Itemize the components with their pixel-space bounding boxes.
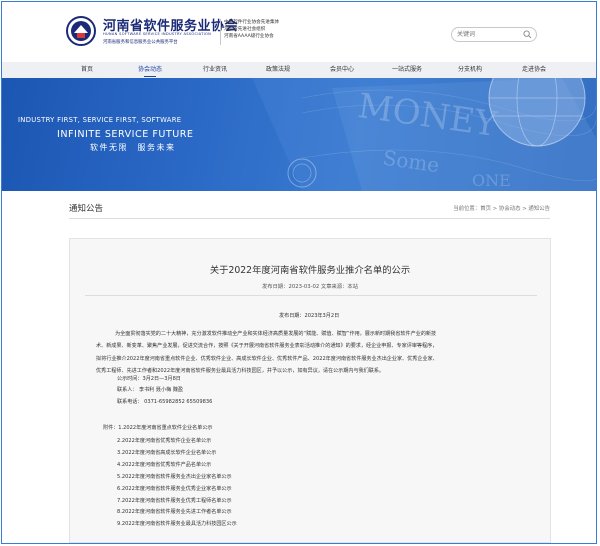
attachment-list: 2.2022年度河南省优秀软件企业名单公示 3.2022年度河南省高成长软件企业… [117, 436, 237, 531]
article-meta: 发布日期：2023-03-02 文章来源：本站 [261, 284, 359, 290]
nav-item-one-stop-service[interactable]: 一站式服务 [385, 62, 429, 78]
attachment-link[interactable]: 6.2022年度河南省软件服务业优秀企业家名单公示 [117, 484, 237, 496]
attachment-link[interactable]: 附件：1.2022年度河南省重点软件企业名单公示 [103, 424, 213, 431]
body-line: 术、新成果、新变革、聚焦产业发展，促进交流合作，按照《关于开展河南省软件服务业表… [96, 343, 438, 350]
article-title: 关于2022年度河南省软件服务业推介名单的公示 [209, 265, 411, 276]
section-title: 通知公告 [69, 204, 104, 214]
association-logo-icon[interactable] [66, 16, 96, 46]
article-panel: 关于2022年度河南省软件服务业推介名单的公示 发布日期：2023-03-02 … [69, 238, 551, 543]
site-header: 河南省软件服务业协会 HUNAN SOFTWARE SERVICE INDUST… [2, 2, 596, 62]
contact-phone: 联系电话： 0371-65982852 65509836 [117, 398, 213, 405]
banner-bg-word: ONE [472, 171, 511, 190]
nav-item-association-news[interactable]: 协会动态 [133, 62, 167, 78]
contact-info: 公示时间：3月2日—3月8日 联系人： 李书利 聂小梅 魏盈 联系电话： 037… [117, 374, 212, 408]
attachment-link[interactable]: 3.2022年度河南省高成长软件企业名单公示 [117, 448, 237, 460]
attachment-link[interactable]: 5.2022年度河南省软件服务业杰出企业家名单公示 [117, 472, 237, 484]
search-box [451, 27, 537, 42]
article-publish-date: 发布日期：2023年3月2日 [279, 313, 340, 319]
banner-slogan-line3: 软件无限 服务未来 [90, 143, 176, 152]
nav-item-branches[interactable]: 分支机构 [453, 62, 487, 78]
hero-banner: MONEY Some ONE INDUSTRY FIRST, SERVICE F… [2, 78, 596, 191]
article-body: 为全面贯彻落实党的二十大精神，充分激发软件推动全产业和实体经济高质量发展的“赋能… [96, 328, 526, 377]
search-input[interactable] [457, 29, 521, 40]
nav-item-industry-news[interactable]: 行业资讯 [198, 62, 232, 78]
honors-list: 中国软件行业协会先进集体 河南省先进社会组织 河南省AAAA级行业协会 [224, 19, 279, 40]
attachment-link[interactable]: 7.2022年度河南省软件服务业优秀工程师名单公示 [117, 496, 237, 508]
page-frame: 河南省软件服务业协会 HUNAN SOFTWARE SERVICE INDUST… [1, 1, 597, 544]
attachment-link[interactable]: 9.2022年度河南省软件服务业最具活力科技园区公示 [117, 519, 237, 531]
logo-subtitle: 河南省服务和信息服务业公共服务平台 [103, 40, 178, 45]
nav-item-home[interactable]: 首页 [72, 62, 102, 78]
attachment-link[interactable]: 2.2022年度河南省优秀软件企业名单公示 [117, 436, 237, 448]
nav-item-member-center[interactable]: 会员中心 [325, 62, 359, 78]
honor-item: 河南省先进社会组织 [224, 27, 266, 32]
section-divider [69, 218, 550, 219]
body-line: 为全面贯彻落实党的二十大精神，充分激发软件推动全产业和实体经济高质量发展的“赋能… [115, 331, 437, 337]
contact-persons: 联系人： 李书利 聂小梅 魏盈 [117, 387, 183, 394]
notice-period: 公示时间：3月2日—3月8日 [117, 376, 181, 382]
search-icon[interactable] [523, 30, 532, 39]
attachment-link[interactable]: 4.2022年度河南省优秀软件产品名单公示 [117, 460, 237, 472]
logo-english: HUNAN SOFTWARE SERVICE INDUSTRY ASSOCIAT… [103, 32, 212, 36]
body-line: 拟将行业推介2022年度河南省重点软件企业、优秀软件企业、高成长软件企业、优秀软… [96, 355, 438, 362]
nav-item-about[interactable]: 走进协会 [517, 62, 551, 78]
header-divider [220, 19, 221, 45]
banner-slogan-line1: INDUSTRY FIRST, SERVICE FIRST, SOFTWARE [18, 116, 182, 124]
breadcrumb[interactable]: 当前位置：首页 > 协会动态 > 通知公告 [453, 204, 550, 212]
article-divider [85, 295, 537, 296]
banner-slogan-line2: INFINITE SERVICE FUTURE [57, 129, 194, 140]
honor-item: 河南省AAAA级行业协会 [224, 34, 274, 39]
honor-item: 中国软件行业协会先进集体 [224, 20, 280, 25]
attachment-link[interactable]: 8.2022年度河南省软件服务业先进工作者名单公示 [117, 507, 237, 519]
nav-item-policy[interactable]: 政策法规 [261, 62, 295, 78]
main-nav: 首页 协会动态 行业资讯 政策法规 会员中心 一站式服务 分支机构 走进协会 [2, 62, 596, 78]
